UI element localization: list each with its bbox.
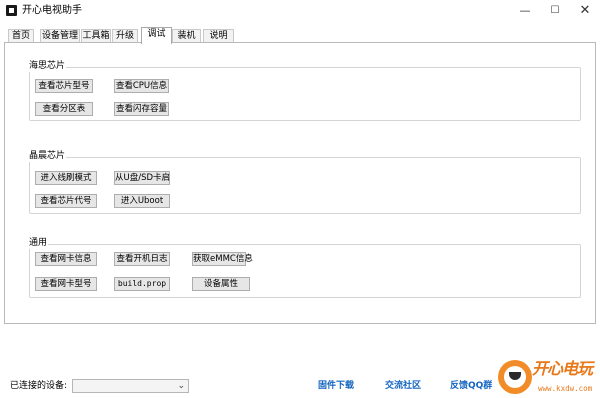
hisilicon-group (29, 67, 581, 121)
view-partition-table-button[interactable]: 查看分区表 (35, 102, 93, 116)
general-group (29, 244, 581, 298)
tab-strip: 首页 设备管理 工具箱 升级 调试 装机 说明 (0, 27, 600, 44)
view-chip-code-button[interactable]: 查看芯片代号 (35, 194, 97, 208)
build-prop-button[interactable]: build.prop (114, 277, 170, 291)
view-nic-model-button[interactable]: 查看网卡型号 (35, 277, 97, 291)
enter-uboot-button[interactable]: 进入Uboot (114, 194, 170, 208)
title-bar: 开心电视助手 — ☐ ✕ (0, 0, 600, 22)
view-flash-capacity-button[interactable]: 查看闪存容量 (114, 102, 169, 116)
device-properties-button[interactable]: 设备属性 (192, 277, 250, 291)
amlogic-group (29, 157, 581, 214)
qq-group-link[interactable]: 反馈QQ群 (450, 381, 492, 392)
tab-help[interactable]: 说明 (203, 29, 234, 43)
connected-device-label: 已连接的设备: (10, 381, 68, 391)
view-cpu-info-button[interactable]: 查看CPU信息 (114, 79, 169, 93)
tab-device-management[interactable]: 设备管理 (40, 29, 80, 43)
tab-toolbox[interactable]: 工具箱 (81, 29, 111, 43)
hisilicon-group-title: 海思芯片 (28, 61, 67, 72)
tab-upgrade[interactable]: 升级 (112, 29, 138, 43)
view-nic-info-button[interactable]: 查看网卡信息 (35, 252, 97, 266)
boot-from-usb-sd-button[interactable]: 从U盘/SD卡启 (114, 171, 170, 185)
logo-text: 开心电玩 (532, 359, 593, 378)
get-emmc-info-button[interactable]: 获取eMMC信息 (192, 252, 253, 266)
view-chip-model-button[interactable]: 查看芯片型号 (35, 79, 93, 93)
connected-device-select[interactable]: ⌄ (72, 379, 189, 393)
kxdw-logo: 开心电玩 www.kxdw.com (498, 358, 600, 398)
maximize-button[interactable]: ☐ (540, 0, 570, 22)
window-title: 开心电视助手 (22, 5, 82, 16)
firmware-download-link[interactable]: 固件下载 (318, 381, 354, 392)
tab-debug[interactable]: 调试 (141, 27, 172, 44)
close-button[interactable]: ✕ (570, 0, 600, 22)
tab-install[interactable]: 装机 (172, 29, 201, 43)
amlogic-group-title: 晶晨芯片 (28, 151, 67, 162)
view-boot-log-button[interactable]: 查看开机日志 (114, 252, 170, 266)
chevron-down-icon: ⌄ (177, 381, 185, 391)
kxdw-mascot-icon (498, 360, 532, 394)
general-group-title: 通用 (28, 238, 49, 249)
minimize-button[interactable]: — (510, 0, 540, 22)
community-link[interactable]: 交流社区 (385, 381, 421, 392)
tab-home[interactable]: 首页 (8, 29, 34, 43)
app-icon (6, 5, 17, 16)
enter-usb-flash-mode-button[interactable]: 进入线刷模式 (35, 171, 97, 185)
logo-domain: www.kxdw.com (538, 384, 593, 393)
